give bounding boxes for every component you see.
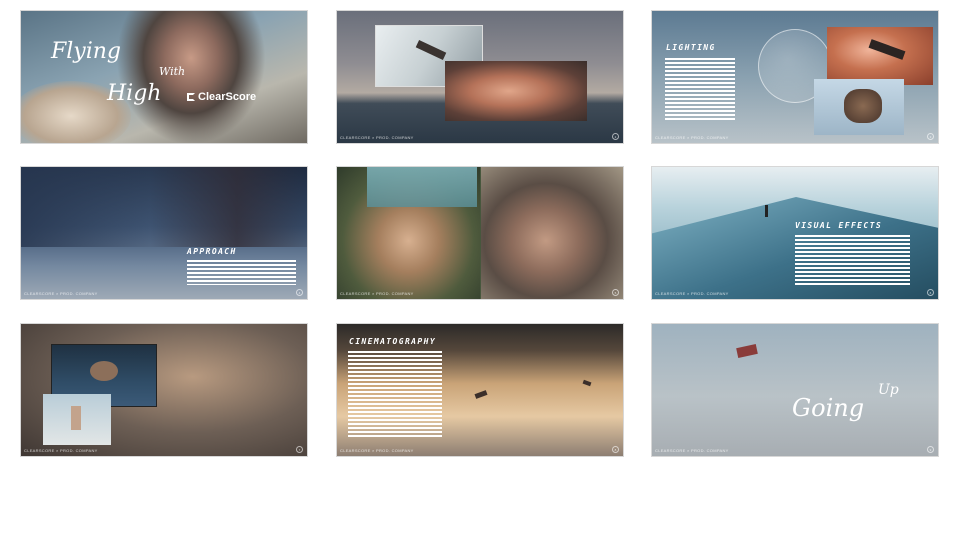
slide-thumbnail-1[interactable]: Flying With High ClearScore: [20, 10, 308, 144]
script-word-with: With: [159, 65, 186, 78]
logo-text: ClearScore: [198, 91, 257, 103]
two-people-reaching-photo: [21, 167, 307, 247]
logo-mark-icon: [187, 93, 195, 101]
slide-thumbnail-9[interactable]: Up Going ClearScore × Prod. Company 9: [651, 323, 939, 457]
slide-heading: VISUAL EFFECTS: [795, 221, 883, 230]
slide-heading: CINEMATOGRAPHY: [349, 337, 437, 346]
slide-footer: ClearScore × Prod. Company: [340, 291, 414, 296]
page-number-icon: 4: [296, 289, 303, 296]
hero-woman-photo: [116, 11, 266, 143]
slide-thumbnail-7[interactable]: ClearScore × Prod. Company 7: [20, 323, 308, 457]
script-word-up: Up: [878, 382, 899, 398]
slide-thumbnail-2[interactable]: ClearScore × Prod. Company 2: [336, 10, 624, 144]
slide-thumbnail-5[interactable]: ClearScore × Prod. Company 5: [336, 166, 624, 300]
slide-footer: ClearScore × Prod. Company: [655, 448, 729, 453]
page-number-icon: 2: [612, 133, 619, 140]
slide-footer: ClearScore × Prod. Company: [24, 291, 98, 296]
slide-footer: ClearScore × Prod. Company: [655, 291, 729, 296]
girl-upside-down-photo: [337, 167, 480, 299]
skydiver-icon: [582, 379, 592, 387]
slide-heading: APPROACH: [187, 247, 237, 256]
script-word-going: Going: [792, 394, 865, 422]
page-number-icon: 3: [927, 133, 934, 140]
slide-thumbnail-4[interactable]: APPROACH ClearScore × Prod. Company 4: [20, 166, 308, 300]
slide-footer: ClearScore × Prod. Company: [655, 135, 729, 140]
slide-heading: LIGHTING: [666, 43, 716, 52]
body-text-block: [665, 58, 735, 120]
flying-bed-icon: [736, 344, 758, 358]
jumping-figure-photo: [43, 394, 111, 445]
page-number-icon: 7: [296, 446, 303, 453]
page-number-icon: 5: [612, 289, 619, 296]
page-number-icon: 6: [927, 289, 934, 296]
body-text-block: [348, 351, 442, 439]
screaming-woman-photo: [445, 61, 587, 121]
slide-footer: ClearScore × Prod. Company: [340, 448, 414, 453]
skydiver-icon: [474, 390, 488, 399]
script-word-flying: Flying: [51, 39, 122, 64]
script-word-high: High: [107, 81, 162, 106]
slide-thumbnail-6[interactable]: VISUAL EFFECTS ClearScore × Prod. Compan…: [651, 166, 939, 300]
flying-dog-photo: [814, 79, 904, 135]
page-number-icon: 8: [612, 446, 619, 453]
floating-person-photo: [827, 27, 933, 85]
slide-thumbnail-8[interactable]: CINEMATOGRAPHY ClearScore × Prod. Compan…: [336, 323, 624, 457]
wind-hair-woman-photo: [481, 167, 623, 299]
slide-thumbnail-3[interactable]: LIGHTING ClearScore × Prod. Company 3: [651, 10, 939, 144]
clearscore-logo: ClearScore: [187, 91, 256, 103]
slide-footer: ClearScore × Prod. Company: [24, 448, 98, 453]
page-number-icon: 9: [927, 446, 934, 453]
slide-footer: ClearScore × Prod. Company: [340, 135, 414, 140]
body-text-block: [795, 235, 910, 287]
body-text-block: [187, 260, 296, 285]
standing-person-icon: [765, 205, 768, 217]
